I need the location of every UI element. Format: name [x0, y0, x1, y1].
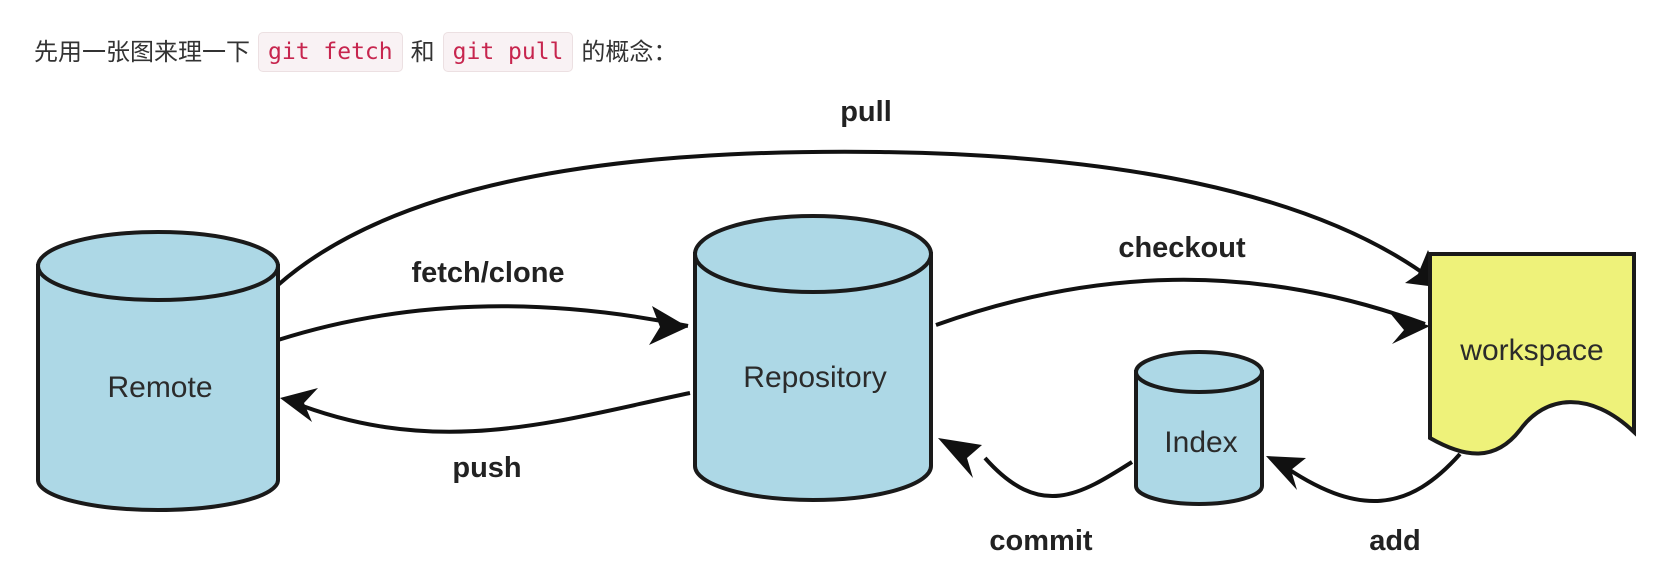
workspace-label: workspace — [1459, 334, 1603, 367]
index-cylinder-top — [1134, 350, 1264, 394]
add-arrowhead-icon — [1266, 456, 1306, 490]
index-label: Index — [1164, 426, 1237, 459]
repository-node: Repository — [693, 214, 933, 502]
repository-label: Repository — [743, 361, 886, 394]
commit-arrowhead-icon — [938, 438, 982, 478]
workspace-node: workspace — [1428, 252, 1636, 456]
pull-label: pull — [840, 96, 892, 128]
remote-cylinder-top — [36, 230, 280, 302]
commit-arrow — [983, 456, 1134, 498]
index-node: Index — [1134, 350, 1264, 506]
checkout-arrow — [935, 277, 1426, 327]
remote-node: Remote — [36, 230, 280, 512]
push-label: push — [452, 452, 521, 484]
commit-label: commit — [989, 525, 1092, 557]
add-arrow — [1276, 452, 1462, 503]
remote-label: Remote — [107, 371, 212, 404]
checkout-label: checkout — [1118, 232, 1246, 264]
fetch-clone-arrow — [277, 304, 689, 342]
git-workflow-diagram: Remote Repository Index workspace pull f… — [36, 96, 1636, 557]
push-arrowhead-icon — [280, 388, 318, 422]
push-arrow — [291, 391, 691, 434]
add-label: add — [1369, 525, 1421, 557]
fetch-clone-arrowhead-icon — [649, 306, 688, 345]
fetch-clone-label: fetch/clone — [411, 257, 564, 289]
repository-cylinder-top — [693, 214, 933, 294]
